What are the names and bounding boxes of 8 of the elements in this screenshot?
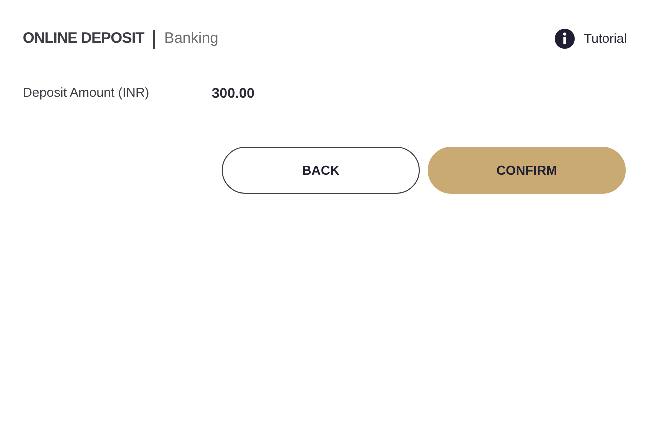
info-icon (555, 29, 576, 49)
back-button[interactable]: BACK (222, 147, 420, 194)
page-subtitle: Banking (164, 28, 219, 49)
confirm-button[interactable]: CONFIRM (428, 147, 626, 194)
page-title: ONLINE DEPOSIT (23, 28, 144, 49)
field-label: Deposit Amount (INR) (23, 84, 150, 102)
field-value: 300.00 (212, 84, 255, 102)
tutorial-link[interactable]: Tutorial (555, 29, 627, 49)
